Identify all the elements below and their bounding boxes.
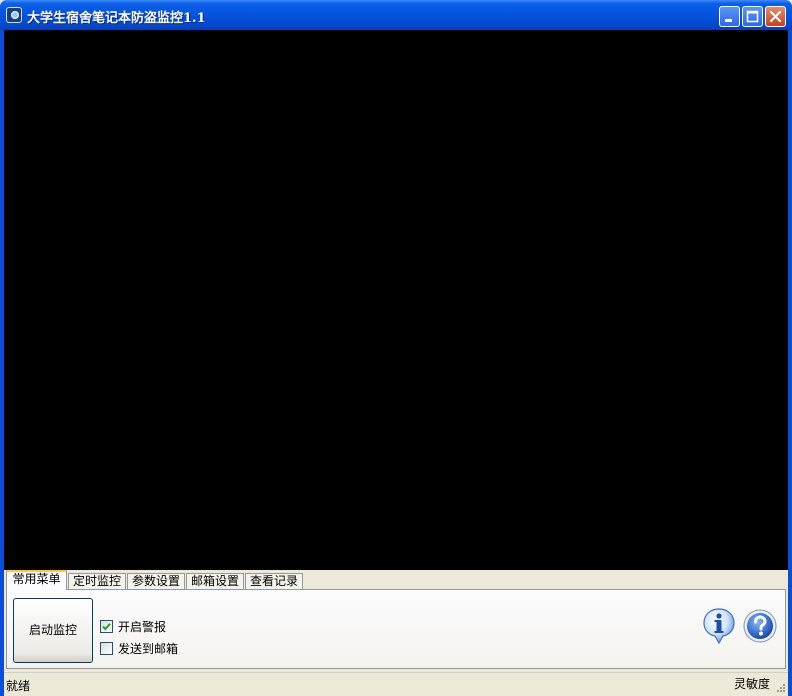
- alarm-checkbox[interactable]: [100, 620, 113, 633]
- close-icon: [769, 10, 782, 23]
- tab-view-records[interactable]: 查看记录: [245, 573, 303, 589]
- tab-email-settings[interactable]: 邮箱设置: [186, 573, 244, 589]
- status-text: 就绪: [6, 679, 31, 693]
- maximize-icon: [746, 10, 759, 23]
- client-area: 常用菜单 定时监控 参数设置 邮箱设置 查看记录 启动监控 开启警报 发送到邮箱: [4, 30, 788, 696]
- resize-grip-icon[interactable]: [774, 681, 786, 693]
- minimize-button[interactable]: [719, 6, 740, 27]
- sensitivity-status: 灵敏度: [733, 677, 770, 691]
- tab-timed-monitor[interactable]: 定时监控: [68, 573, 126, 589]
- email-checkbox-label: 发送到邮箱: [118, 642, 179, 656]
- tab-common-menu[interactable]: 常用菜单: [6, 570, 67, 590]
- status-bar: 就绪 灵敏度: [4, 672, 788, 695]
- video-preview: [4, 30, 788, 570]
- alarm-checkbox-label: 开启警报: [118, 620, 167, 634]
- tab-strip: 常用菜单 定时监控 参数设置 邮箱设置 查看记录: [4, 570, 788, 590]
- window-title: 大学生宿舍笔记本防盗监控1.1: [27, 11, 206, 26]
- tab-parameter-settings[interactable]: 参数设置: [127, 573, 185, 589]
- maximize-button[interactable]: [742, 6, 763, 27]
- tab-panel: 启动监控 开启警报 发送到邮箱: [6, 589, 786, 669]
- close-button[interactable]: [765, 6, 786, 27]
- app-window: 大学生宿舍笔记本防盗监控1.1 常用菜单 定时监控 参数设置 邮箱设置 查看记录: [0, 0, 792, 696]
- check-icon: [102, 623, 111, 631]
- minimize-icon: [725, 19, 732, 22]
- email-checkbox[interactable]: [100, 642, 113, 655]
- help-icon[interactable]: [743, 609, 777, 643]
- info-icon[interactable]: [702, 607, 736, 645]
- camera-app-icon[interactable]: [6, 7, 22, 23]
- title-bar[interactable]: 大学生宿舍笔记本防盗监控1.1: [0, 0, 792, 30]
- start-monitor-button[interactable]: 启动监控: [13, 598, 93, 663]
